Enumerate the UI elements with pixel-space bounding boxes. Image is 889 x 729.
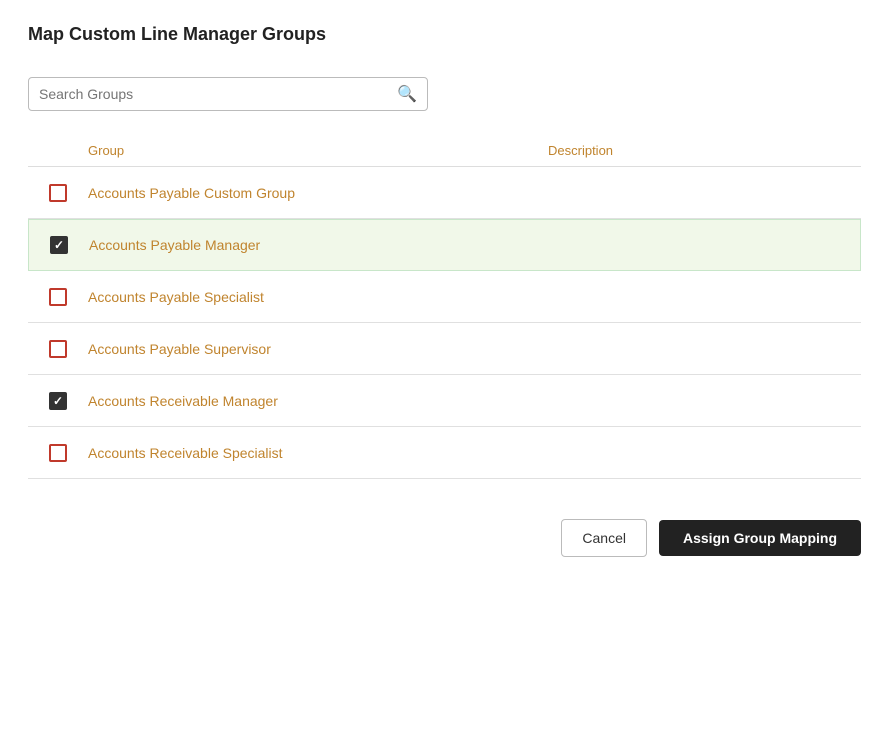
row-label-5: Accounts Receivable Manager — [88, 393, 861, 409]
row-label-3: Accounts Payable Specialist — [88, 289, 861, 305]
footer: Cancel Assign Group Mapping — [28, 519, 861, 557]
checkbox-cell-1[interactable] — [28, 184, 88, 202]
table-header: Group Description — [28, 135, 861, 167]
row-label-6: Accounts Receivable Specialist — [88, 445, 861, 461]
checkbox-4[interactable] — [49, 340, 67, 358]
assign-group-mapping-button[interactable]: Assign Group Mapping — [659, 520, 861, 556]
page-title: Map Custom Line Manager Groups — [28, 24, 861, 45]
cancel-button[interactable]: Cancel — [561, 519, 647, 557]
checkbox-5[interactable] — [49, 392, 67, 410]
checkbox-6[interactable] — [49, 444, 67, 462]
table-row: Accounts Receivable Manager — [28, 375, 861, 427]
search-input[interactable] — [39, 86, 391, 102]
table-row: Accounts Payable Supervisor — [28, 323, 861, 375]
checkbox-cell-4[interactable] — [28, 340, 88, 358]
table-row: Accounts Payable Custom Group — [28, 167, 861, 219]
row-label-2: Accounts Payable Manager — [89, 237, 860, 253]
table-row: Accounts Receivable Specialist — [28, 427, 861, 479]
row-label-4: Accounts Payable Supervisor — [88, 341, 861, 357]
table-row: Accounts Payable Specialist — [28, 271, 861, 323]
checkbox-cell-3[interactable] — [28, 288, 88, 306]
search-input-wrapper: 🔍 — [28, 77, 428, 111]
row-label-1: Accounts Payable Custom Group — [88, 185, 861, 201]
checkbox-2[interactable] — [50, 236, 68, 254]
checkbox-3[interactable] — [49, 288, 67, 306]
search-container: 🔍 — [28, 77, 861, 111]
checkbox-cell-6[interactable] — [28, 444, 88, 462]
checkbox-1[interactable] — [49, 184, 67, 202]
table-rows-container: Accounts Payable Custom Group Accounts Pa… — [28, 167, 861, 479]
column-header-description: Description — [548, 143, 861, 158]
groups-table: Group Description Accounts Payable Custo… — [28, 135, 861, 479]
table-row: Accounts Payable Manager — [28, 219, 861, 271]
checkbox-cell-2[interactable] — [29, 236, 89, 254]
checkbox-cell-5[interactable] — [28, 392, 88, 410]
search-icon: 🔍 — [397, 84, 417, 104]
column-header-group: Group — [88, 143, 548, 158]
